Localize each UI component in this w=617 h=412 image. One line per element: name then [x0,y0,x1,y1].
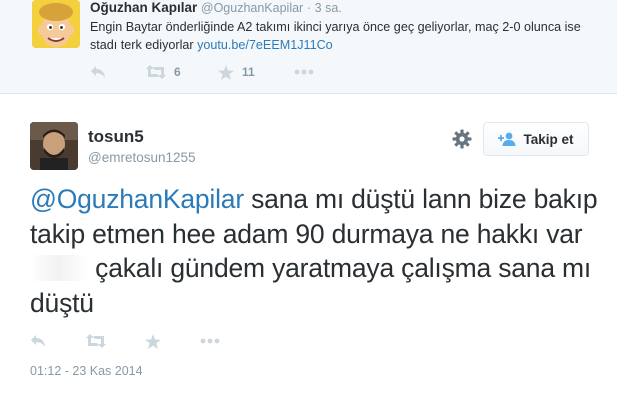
gear-icon [452,129,472,149]
parent-author-name[interactable]: Oğuzhan Kapılar [90,0,197,15]
parent-author-handle[interactable]: @OguzhanKapilar [201,1,303,15]
parent-retweet-count: 6 [174,65,181,79]
favorite-button[interactable] [145,331,161,351]
parent-tweet-time[interactable]: 3 sa. [315,1,342,15]
parent-tweet-link[interactable]: youtu.be/7eEEM1J11Co [197,38,333,52]
parent-favorite-count: 11 [242,65,255,79]
parent-retweet-button[interactable]: 6 [146,62,181,82]
reply-button[interactable] [30,331,46,351]
follow-button[interactable]: Takip et [483,122,589,156]
retweet-button[interactable] [86,331,106,351]
avatar-image [30,122,78,170]
reply-icon [91,66,105,78]
retweet-icon [86,334,106,348]
redacted-word [30,255,88,281]
reply-icon [31,335,45,347]
retweet-icon [146,65,166,79]
more-icon [200,338,220,344]
avatar[interactable] [30,122,78,170]
settings-button[interactable] [451,128,473,150]
more-button[interactable] [200,331,220,351]
parent-reply-button[interactable] [90,62,106,82]
avatar-image [32,0,80,48]
parent-tweet-header: Oğuzhan Kapılar @OguzhanKapilar · 3 sa. [90,0,342,16]
star-icon [218,64,234,80]
star-icon [145,333,161,349]
author-name[interactable]: tosun5 [88,127,144,147]
parent-tweet-body: Engin Baytar önderliğinde A2 takımı ikin… [90,20,581,52]
tweet-actions [30,331,330,351]
avatar[interactable] [32,0,80,48]
parent-tweet-text: Engin Baytar önderliğinde A2 takımı ikin… [90,18,595,54]
add-user-icon [498,132,516,146]
parent-tweet-actions: 6 11 [90,62,390,82]
tweet-text: @OguzhanKapilar sana mı düştü lann bize … [30,182,610,320]
tweet-text-part: çakalı gündem yaratmaya çalışma sana mı … [30,253,592,318]
parent-separator: · [306,1,312,15]
author-handle[interactable]: @emretosun1255 [88,150,196,166]
mention-link[interactable]: @OguzhanKapilar [30,184,244,214]
more-icon [294,69,314,75]
parent-more-button[interactable] [294,62,314,82]
parent-tweet[interactable]: Oğuzhan Kapılar @OguzhanKapilar · 3 sa. … [0,0,617,94]
tweet-timestamp[interactable]: 01:12 - 23 Kas 2014 [30,364,143,378]
follow-button-label: Takip et [523,131,574,147]
parent-favorite-button[interactable]: 11 [218,62,255,82]
tweet-permalink: Oğuzhan Kapılar @OguzhanKapilar · 3 sa. … [0,0,617,412]
